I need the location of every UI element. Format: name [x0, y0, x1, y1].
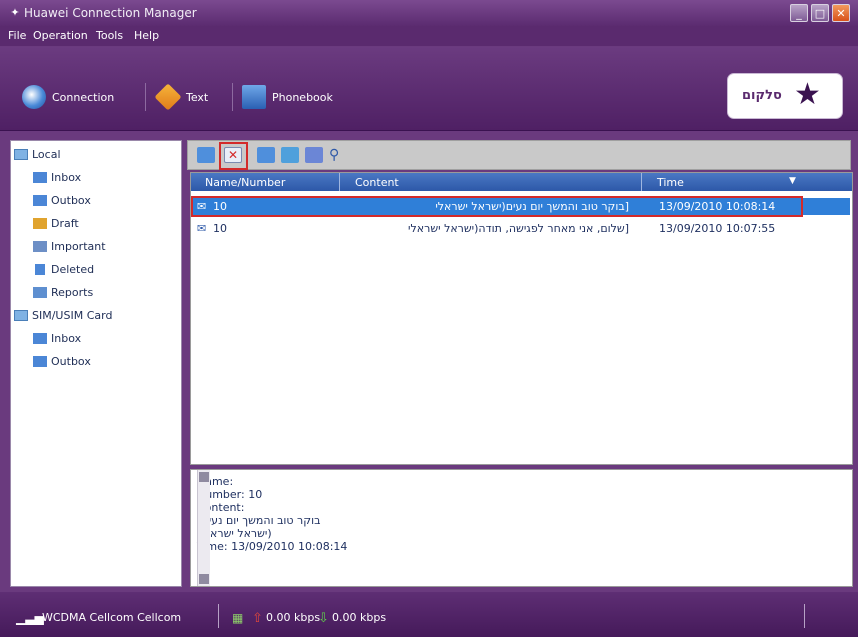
tree-label: Inbox — [51, 171, 82, 184]
menu-file[interactable]: File — [8, 29, 26, 42]
outbox-icon — [33, 356, 47, 367]
tree-label: Outbox — [51, 194, 91, 207]
menu-tools[interactable]: Tools — [96, 29, 123, 42]
tree-label: Draft — [51, 217, 79, 230]
new-message-icon[interactable] — [197, 147, 215, 163]
status-bar: ▁▃▅ WCDMA Cellcom Cellcom ▦ ⇧ 0.00 kbps … — [0, 592, 858, 637]
detail-content-line: !בוקר טוב והמשך יום נעים — [197, 514, 321, 527]
brand-logo: סלקום ★ — [727, 73, 843, 119]
inbox-icon — [33, 172, 47, 183]
scroll-down-icon[interactable] — [199, 574, 209, 584]
minimize-button[interactable]: _ — [790, 4, 808, 22]
folder-icon — [14, 310, 28, 321]
signal-icon: ▁▃▅ — [16, 611, 44, 625]
row-time: 13/09/2010 10:07:55 — [659, 222, 776, 235]
important-icon — [33, 241, 47, 252]
inbox-icon — [33, 333, 47, 344]
column-content[interactable]: Content — [355, 176, 399, 189]
brand-text: סלקום — [742, 88, 782, 103]
text-label: Text — [186, 91, 209, 104]
trash-icon — [35, 264, 45, 275]
app-icon: ✦ — [10, 6, 20, 19]
folder-icon — [14, 149, 28, 160]
column-divider[interactable] — [339, 173, 340, 191]
reply-icon[interactable] — [257, 147, 275, 163]
network-activity-icon: ▦ — [232, 611, 244, 625]
delete-highlight — [219, 142, 248, 170]
toolbar-separator — [232, 83, 233, 111]
detail-scrollbar[interactable] — [197, 470, 210, 586]
selected-row-highlight — [191, 196, 803, 217]
message-list: Name/Number Content Time ▼ ✉ 10 [בוקר טו… — [190, 172, 853, 465]
message-toolbar: ✕ ⚲ — [187, 140, 851, 170]
main-toolbar: Connection Text Phonebook סלקום ★ — [0, 47, 858, 131]
title-bar: ✦ Huawei Connection Manager _ □ ✕ — [0, 0, 858, 26]
download-speed: 0.00 kbps — [332, 611, 387, 624]
network-status: WCDMA Cellcom Cellcom — [42, 611, 182, 624]
draft-icon — [33, 218, 47, 229]
menu-bar: File Operation Tools Help — [0, 26, 858, 46]
search-icon[interactable]: ⚲ — [329, 147, 347, 163]
table-row[interactable]: ✉ 10 [שלום, אני מאחר לפגישה, תודה(ישראל … — [193, 220, 850, 237]
tree-label: Outbox — [51, 355, 91, 368]
row-content: [שלום, אני מאחר לפגישה, תודה(ישראל ישראל… — [408, 222, 629, 235]
star-icon: ★ — [794, 77, 821, 112]
save-number-icon[interactable] — [305, 147, 323, 163]
outbox-icon — [33, 195, 47, 206]
connection-label: Connection — [52, 91, 115, 104]
download-arrow-icon: ⇩ — [318, 611, 329, 626]
upload-speed: 0.00 kbps — [266, 611, 321, 624]
reports-icon — [33, 287, 47, 298]
maximize-button[interactable]: □ — [811, 4, 829, 22]
app-window: ✦ Huawei Connection Manager _ □ ✕ File O… — [0, 0, 858, 637]
sort-down-icon[interactable]: ▼ — [789, 176, 796, 186]
column-time[interactable]: Time — [657, 176, 684, 189]
scroll-up-icon[interactable] — [199, 472, 209, 482]
tree-label: Important — [51, 240, 106, 253]
menu-help[interactable]: Help — [134, 29, 159, 42]
tree-label: Deleted — [51, 263, 95, 276]
menu-operation[interactable]: Operation — [33, 29, 88, 42]
phonebook-label: Phonebook — [272, 91, 333, 104]
tree-label: Reports — [51, 286, 94, 299]
toolbar-separator — [145, 83, 146, 111]
phonebook-button[interactable]: Phonebook — [242, 85, 352, 109]
close-button[interactable]: ✕ — [832, 4, 850, 22]
connection-icon — [22, 85, 46, 109]
row-number: 10 — [213, 222, 227, 235]
upload-arrow-icon: ⇧ — [252, 611, 263, 626]
folder-tree: Local Inbox Outbox Draft Important Delet… — [10, 140, 182, 587]
tree-label: Local — [32, 148, 61, 161]
connection-button[interactable]: Connection — [22, 85, 132, 109]
detail-time: Time: 13/09/2010 10:08:14 — [197, 540, 348, 553]
tree-label: Inbox — [51, 332, 82, 345]
message-icon: ✉ — [197, 222, 207, 235]
tree-label: SIM/USIM Card — [32, 309, 113, 322]
envelope-icon — [154, 83, 182, 111]
messages-area: ✕ ⚲ Name/Number Content Time ▼ ✉ 10 [בוק… — [187, 140, 853, 587]
forward-icon[interactable] — [281, 147, 299, 163]
text-button[interactable]: Text — [154, 83, 226, 111]
status-separator — [804, 604, 805, 628]
column-name-number[interactable]: Name/Number — [205, 176, 285, 189]
phonebook-icon — [242, 85, 266, 109]
list-header: Name/Number Content Time ▼ — [191, 173, 852, 191]
column-divider[interactable] — [641, 173, 642, 191]
window-title: Huawei Connection Manager — [24, 6, 197, 20]
status-separator — [218, 604, 219, 628]
message-detail: Name: Number: 10 Content: !בוקר טוב והמש… — [190, 469, 853, 587]
